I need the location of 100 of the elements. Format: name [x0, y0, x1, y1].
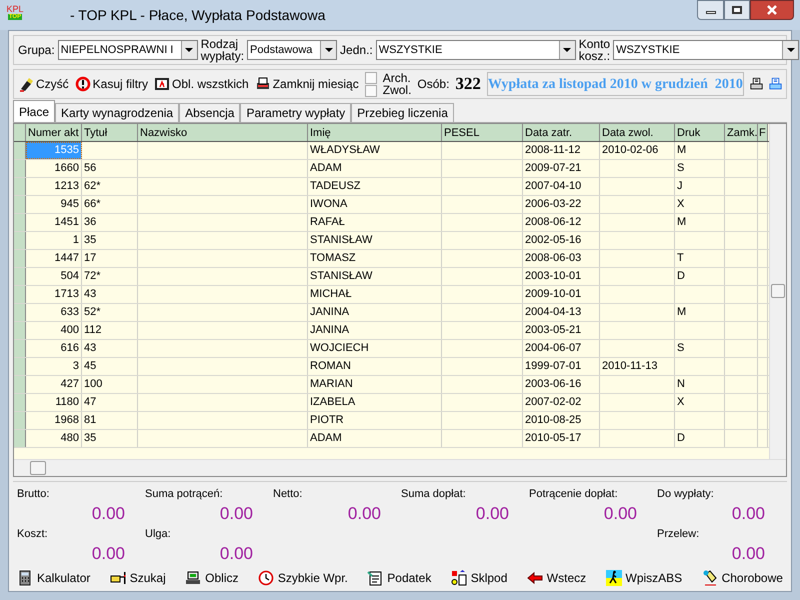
row-indicator[interactable] [14, 214, 26, 231]
row-indicator[interactable] [14, 232, 26, 249]
checkbox[interactable] [364, 84, 377, 96]
table-row[interactable]: 504 72* STANISŁAW 2003-10-01 D [14, 268, 769, 286]
bottom-button[interactable]: Podatek [367, 569, 432, 587]
checkbox-label: Arch. [382, 72, 412, 84]
row-indicator[interactable] [14, 412, 26, 429]
filter-label: Grupa: [18, 42, 55, 59]
table-row[interactable]: 1451 36 RAFAŁ 2008-06-12 M [14, 214, 769, 232]
tab[interactable]: Absencja [179, 103, 240, 122]
dropdown[interactable]: NIEPELNOSPRAWNI I [58, 40, 198, 60]
summary-value: 0.00 [220, 542, 253, 564]
printer-icon [254, 76, 271, 92]
horizontal-scrollbar[interactable] [14, 459, 786, 476]
column-header[interactable]: Data zwol. [600, 124, 675, 141]
column-header[interactable]: Tytuł [82, 124, 138, 141]
row-indicator[interactable] [14, 178, 26, 195]
table-row[interactable]: 945 66* IWONA 2006-03-22 X [14, 196, 769, 214]
printer-icon[interactable] [750, 76, 763, 92]
toolbar-button[interactable]: Obl. wszstkich [154, 75, 249, 93]
row-indicator[interactable] [14, 268, 26, 285]
table-cell: 1713 [26, 286, 82, 303]
table-cell: 1 [26, 232, 82, 249]
row-indicator[interactable] [14, 322, 26, 339]
table-row[interactable]: 1213 62* TADEUSZ 2007-04-10 J [14, 178, 769, 196]
row-indicator[interactable] [14, 160, 26, 177]
table-row[interactable]: 3 45 ROMAN 1999-07-01 2010-11-13 [14, 358, 769, 376]
print-preview-icon[interactable] [768, 76, 782, 92]
column-header[interactable]: Druk [675, 124, 725, 141]
row-indicator[interactable] [14, 376, 26, 393]
close-button[interactable] [750, 0, 794, 20]
table-cell: 2006-03-22 [523, 196, 600, 213]
bottom-button[interactable]: WpiszABS [606, 569, 682, 587]
table-row[interactable]: 1180 47 IZABELA 2007-02-02 X [14, 394, 769, 412]
table-row[interactable]: 1447 17 TOMASZ 2008-06-03 T [14, 250, 769, 268]
table-cell: M [675, 214, 725, 231]
table-row[interactable]: 1535 WŁADYSŁAW 2008-11-12 2010-02-06 M [14, 142, 769, 160]
bottom-button[interactable]: Sklpod [450, 569, 508, 587]
filter-label: Rodzaj wypłaty: [200, 38, 244, 62]
table-cell: TOMASZ [308, 250, 442, 267]
minimize-button[interactable] [697, 0, 724, 20]
table-cell: 35 [82, 430, 138, 447]
column-header[interactable]: Nazwisko [138, 124, 308, 141]
caret-icon [324, 48, 333, 52]
tab[interactable]: Przebieg liczenia [351, 103, 454, 122]
checkbox[interactable] [364, 72, 377, 84]
tab[interactable]: Parametry wypłaty [240, 103, 352, 122]
table-row[interactable]: 1713 43 MICHAŁ 2009-10-01 [14, 286, 769, 304]
column-header[interactable]: F [758, 124, 768, 141]
table-cell: D [675, 430, 725, 447]
bottom-button[interactable]: Kalkulator [17, 569, 90, 587]
table-row[interactable]: 400 112 JANINA 2003-05-21 [14, 322, 769, 340]
table-row[interactable]: 1660 56 ADAM 2009-07-21 S [14, 160, 769, 178]
table-row[interactable]: 633 52* JANINA 2004-04-13 M [14, 304, 769, 322]
column-header[interactable]: Numer akt [26, 124, 82, 141]
maximize-button[interactable] [724, 0, 750, 20]
column-header[interactable]: Zamk. [725, 124, 758, 141]
row-indicator[interactable] [14, 394, 26, 411]
film-icon [154, 76, 170, 92]
row-indicator[interactable] [14, 358, 26, 375]
table-cell: 633 [26, 304, 82, 321]
dropdown[interactable]: Podstawowa [247, 40, 338, 60]
column-header[interactable]: Imię [308, 124, 442, 141]
dropdown[interactable]: WSZYSTKIE [613, 40, 800, 60]
table-row[interactable]: 1 35 STANISŁAW 2002-05-16 [14, 232, 769, 250]
toolbar-button[interactable]: Zamknij miesiąc [254, 75, 359, 93]
table-cell: 504 [26, 268, 82, 285]
bottom-button[interactable]: Chorobowe [702, 569, 783, 587]
bottom-button[interactable]: Wstecz [526, 569, 586, 587]
table-row[interactable]: 480 35 ADAM 2010-05-17 D [14, 430, 769, 448]
vertical-scrollbar[interactable] [769, 124, 786, 459]
toolbar-button[interactable]: Czyść [18, 75, 69, 93]
table-cell: TADEUSZ [308, 178, 442, 195]
reset-icon [74, 76, 91, 92]
row-indicator[interactable] [14, 142, 26, 159]
tab[interactable]: Karty wynagrodzenia [55, 103, 180, 122]
table-row[interactable]: 1968 81 PIOTR 2010-08-25 [14, 412, 769, 430]
tab[interactable]: Płace [13, 100, 56, 122]
row-indicator[interactable] [14, 196, 26, 213]
table-cell: 81 [82, 412, 138, 429]
dropdown[interactable]: WSZYSTKIE [376, 40, 576, 60]
row-indicator[interactable] [14, 340, 26, 357]
bottom-button[interactable]: Szukaj [110, 569, 166, 587]
table-row[interactable]: 427 100 MARIAN 2003-06-16 N [14, 376, 769, 394]
toolbar-button[interactable]: Kasuj filtry [74, 75, 148, 93]
table-row[interactable]: 616 43 WOJCIECH 2004-06-07 S [14, 340, 769, 358]
table-cell: ROMAN [308, 358, 442, 375]
table-cell: 36 [82, 214, 138, 231]
bottom-button[interactable]: Szybkie Wpr. [258, 569, 348, 587]
summary-value: 0.00 [220, 502, 253, 524]
table-cell: T [675, 250, 725, 267]
column-header[interactable]: Data zatr. [523, 124, 600, 141]
row-indicator[interactable] [14, 430, 26, 447]
summary-value: 0.00 [348, 502, 381, 524]
bottom-button[interactable]: Oblicz [185, 569, 238, 587]
row-indicator[interactable] [14, 304, 26, 321]
row-indicator[interactable] [14, 250, 26, 267]
row-indicator[interactable] [14, 286, 26, 303]
column-header[interactable]: PESEL [442, 124, 523, 141]
table-cell: 1451 [26, 214, 82, 231]
